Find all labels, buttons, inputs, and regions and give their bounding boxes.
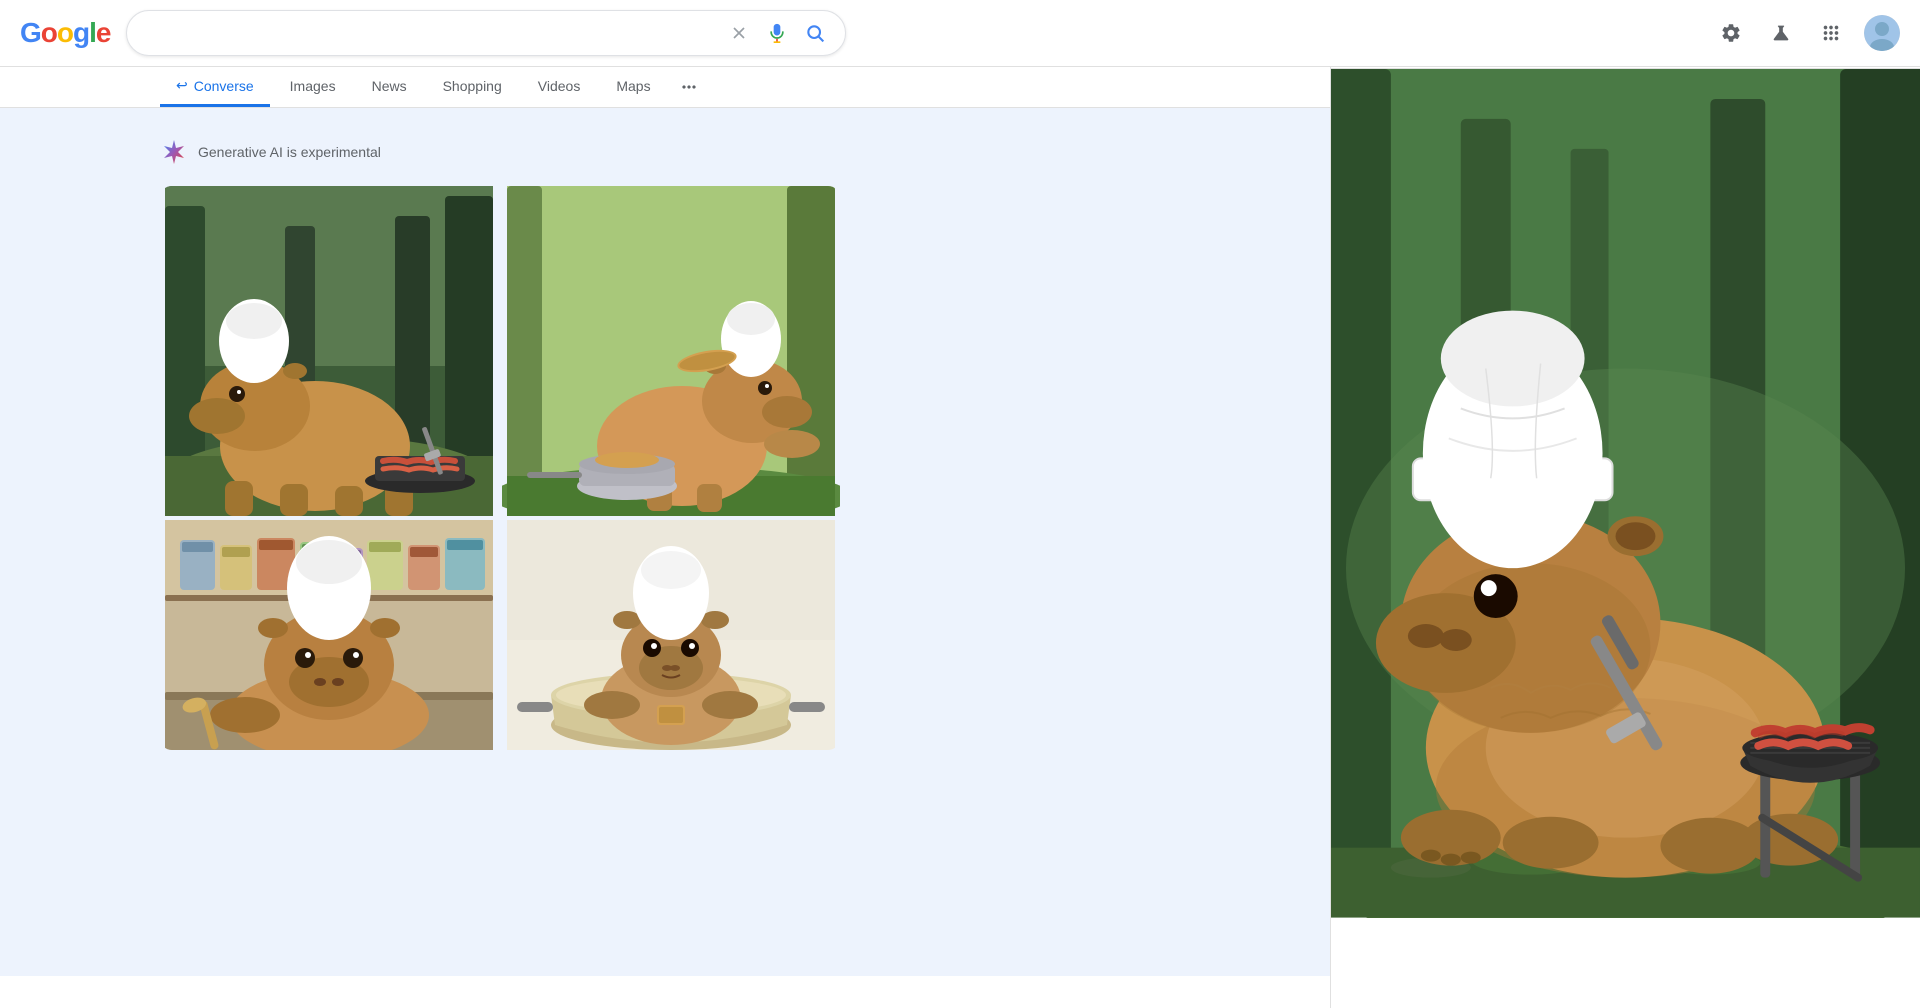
- search-bar: draw an image of a capybara wearing a ch…: [126, 10, 846, 56]
- apps-button[interactable]: [1814, 16, 1848, 50]
- tab-maps[interactable]: Maps: [600, 68, 666, 107]
- tab-converse[interactable]: ↩ Converse: [160, 67, 270, 107]
- tab-converse-label: Converse: [194, 78, 254, 94]
- grid-image-4[interactable]: [502, 520, 840, 750]
- tab-maps-label: Maps: [616, 78, 650, 94]
- left-panel: Generative AI is experimental: [0, 108, 870, 976]
- grid-image-3[interactable]: [160, 520, 498, 750]
- ai-banner: Generative AI is experimental: [160, 138, 840, 166]
- ai-icon: [160, 138, 188, 166]
- tab-images[interactable]: Images: [274, 68, 352, 107]
- right-panel-content: [1331, 69, 1920, 1008]
- header-right: [1714, 15, 1900, 51]
- search-input[interactable]: draw an image of a capybara wearing a ch…: [143, 23, 715, 43]
- main-content: Generative AI is experimental: [0, 108, 1920, 976]
- image-grid: [160, 186, 840, 750]
- logo-letter-g: G: [20, 17, 41, 49]
- right-panel: Google Generated image: [1330, 0, 1920, 1008]
- google-search-button[interactable]: [801, 19, 829, 47]
- ai-label: Generative AI is experimental: [198, 144, 381, 160]
- converse-icon: ↩: [176, 77, 188, 94]
- logo-letter-e: e: [96, 17, 111, 49]
- more-tabs-button[interactable]: [671, 67, 707, 107]
- logo-letter-g2: g: [73, 17, 89, 49]
- logo-letter-o2: o: [57, 17, 73, 49]
- tab-videos-label: Videos: [538, 78, 581, 94]
- tab-videos[interactable]: Videos: [522, 68, 597, 107]
- tab-shopping-label: Shopping: [443, 78, 502, 94]
- google-logo: Google: [20, 17, 110, 49]
- clear-button[interactable]: [725, 19, 753, 47]
- avatar[interactable]: [1864, 15, 1900, 51]
- tab-images-label: Images: [290, 78, 336, 94]
- logo-letter-l: l: [89, 17, 96, 49]
- grid-image-1[interactable]: [160, 186, 498, 516]
- right-large-image[interactable]: [1331, 69, 1920, 923]
- grid-image-2[interactable]: [502, 186, 840, 516]
- tab-news-label: News: [372, 78, 407, 94]
- logo-letter-o1: o: [41, 17, 57, 49]
- labs-button[interactable]: [1764, 16, 1798, 50]
- voice-search-button[interactable]: [763, 19, 791, 47]
- settings-button[interactable]: [1714, 16, 1748, 50]
- tab-news[interactable]: News: [356, 68, 423, 107]
- header: Google draw an image of a capybara weari…: [0, 0, 1920, 67]
- tab-shopping[interactable]: Shopping: [427, 68, 518, 107]
